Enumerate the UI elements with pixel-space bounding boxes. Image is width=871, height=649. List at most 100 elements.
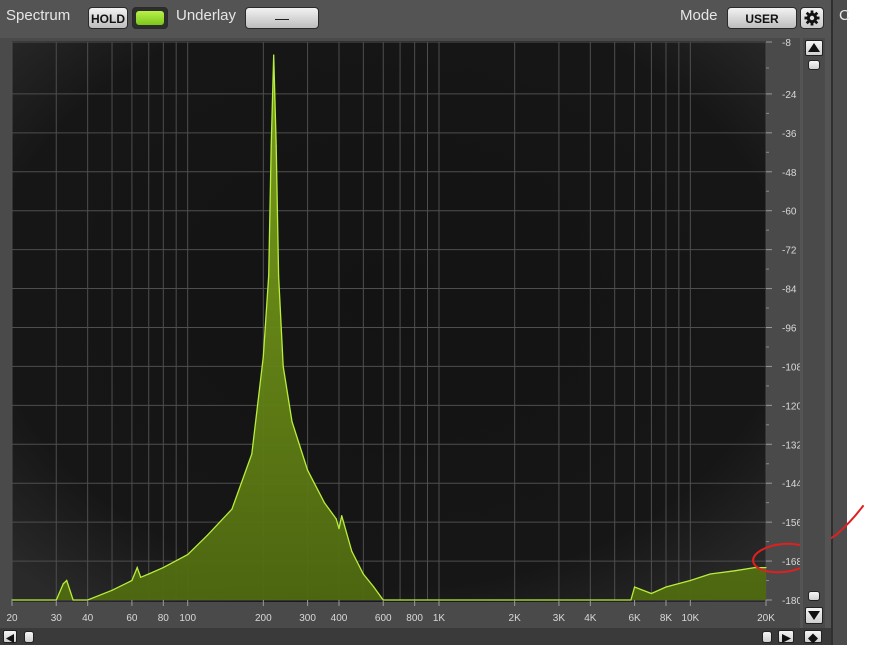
horizontal-scrollbar[interactable] [0, 628, 831, 645]
spectrum-point [66, 579, 68, 582]
hold-toggle-led[interactable] [132, 7, 168, 29]
x-tick-label: 400 [331, 613, 348, 624]
y-tick-label: -108 [782, 362, 800, 373]
y-axis: -8 -24 -36 -48 -60 -72 -84 -96 -108 -120 -132 -144 -… [766, 38, 800, 607]
y-tick-label: -120 [782, 401, 800, 412]
x-tick-label: 10K [681, 613, 699, 624]
diamond-icon [808, 633, 818, 644]
led-indicator [136, 11, 164, 25]
spectrum-point [111, 589, 113, 591]
side-panel: C [831, 0, 871, 645]
reset-view-button[interactable] [804, 630, 822, 644]
spectrum-point [323, 502, 326, 504]
spectrum-title: Spectrum [6, 7, 71, 24]
y-tick-label: -144 [782, 479, 800, 490]
x-tick-label: 200 [255, 613, 272, 624]
gear-icon [804, 10, 820, 26]
x-tick-label: 1K [433, 613, 446, 624]
spectrum-point [335, 518, 337, 520]
y-tick-label: -180 [782, 596, 800, 607]
arrow-down-icon [808, 611, 820, 620]
hold-button[interactable]: HOLD [88, 7, 128, 29]
spectrum-analyzer-window: Spectrum HOLD Underlay — Mode USER -8 -2… [0, 0, 831, 645]
x-tick-label: 600 [375, 613, 392, 624]
spectrum-chart: -8 -24 -36 -48 -60 -72 -84 -96 -108 -120 -132 -144 -… [6, 38, 800, 624]
x-tick-label: 800 [406, 613, 423, 624]
spectrum-point [362, 573, 364, 575]
x-tick-label: 3K [553, 613, 566, 624]
spectrum-point [72, 599, 74, 601]
plot-background [12, 41, 766, 602]
spectrum-plot[interactable]: -8 -24 -36 -48 -60 -72 -84 -96 -108 -120 -132 -144 -… [0, 38, 800, 628]
spectrum-point [231, 508, 233, 510]
arrow-right-icon [782, 634, 791, 643]
spectrum-point [275, 145, 277, 147]
vertical-scrollbar[interactable] [803, 38, 825, 628]
scroll-left-button[interactable] [3, 630, 17, 643]
y-tick-label: -48 [782, 168, 797, 179]
spectrum-point [341, 515, 343, 517]
spectrum-point [291, 420, 293, 423]
spectrum-point [753, 566, 756, 569]
spectrum-point [140, 576, 142, 578]
spectrum-point [765, 566, 767, 569]
spectrum-point [136, 566, 138, 569]
spectrum-point [162, 566, 164, 569]
mode-label: Mode [680, 7, 718, 24]
y-tick-label: -72 [782, 246, 797, 257]
spectrum-point [630, 599, 632, 601]
x-tick-label: 80 [158, 613, 170, 624]
spectrum-point [148, 573, 150, 575]
y-tick-label: -36 [782, 129, 797, 140]
x-tick-label: 4K [584, 613, 597, 624]
x-tick-label: 20 [6, 613, 18, 624]
spectrum-point [733, 570, 736, 572]
toolbar: Spectrum HOLD Underlay — Mode USER [0, 0, 831, 38]
horizontal-scroll-thumb-right[interactable] [762, 631, 772, 643]
y-tick-label: -84 [782, 285, 797, 296]
underlay-select[interactable]: — [245, 7, 319, 29]
spectrum-point [633, 586, 636, 588]
spectrum-point [273, 54, 275, 56]
spectrum-point [282, 365, 284, 368]
vertical-scroll-thumb-bottom[interactable] [808, 591, 820, 601]
y-tick-label: -132 [782, 440, 800, 451]
x-tick-label: 60 [126, 613, 138, 624]
spectrum-point [373, 586, 375, 588]
underlay-label: Underlay [176, 7, 237, 24]
spectrum-point [351, 550, 353, 552]
x-tick-label: 40 [82, 613, 94, 624]
x-tick-label: 20K [757, 613, 775, 624]
spectrum-point [665, 586, 667, 588]
x-tick-label: 30 [51, 613, 63, 624]
spectrum-point [689, 579, 691, 582]
spectrum-point [251, 453, 253, 455]
spectrum-point [709, 573, 711, 575]
spectrum-point [131, 579, 133, 582]
settings-button[interactable] [800, 7, 824, 29]
arrow-left-icon [6, 634, 14, 643]
scroll-up-button[interactable] [805, 40, 823, 56]
x-tick-label: 6K [628, 613, 641, 624]
x-tick-label: 2K [509, 613, 522, 624]
spectrum-point [206, 534, 209, 536]
annotation-check [831, 505, 864, 540]
spectrum-point [262, 356, 264, 358]
scroll-right-button[interactable] [778, 630, 794, 643]
y-tick-label: -96 [782, 323, 797, 334]
x-axis: 20 30 40 60 80 100 200 300 400 600 800 1K 2K 3K 4K 6K 8K… [6, 600, 775, 624]
x-tick-label: 100 [179, 613, 196, 624]
spectrum-point [187, 553, 189, 556]
spectrum-point [338, 528, 340, 530]
horizontal-scroll-thumb-left[interactable] [24, 631, 34, 643]
y-tick-label: -60 [782, 207, 797, 218]
mode-select[interactable]: USER [727, 7, 797, 29]
x-tick-label: 8K [660, 613, 673, 624]
x-tick-label: 300 [299, 613, 316, 624]
arrow-up-icon [808, 43, 820, 52]
scroll-down-button[interactable] [805, 607, 823, 624]
spectrum-point [270, 145, 272, 147]
vertical-scroll-thumb-top[interactable] [808, 60, 820, 70]
spectrum-point [62, 583, 64, 585]
y-tick-label: -168 [782, 557, 800, 568]
